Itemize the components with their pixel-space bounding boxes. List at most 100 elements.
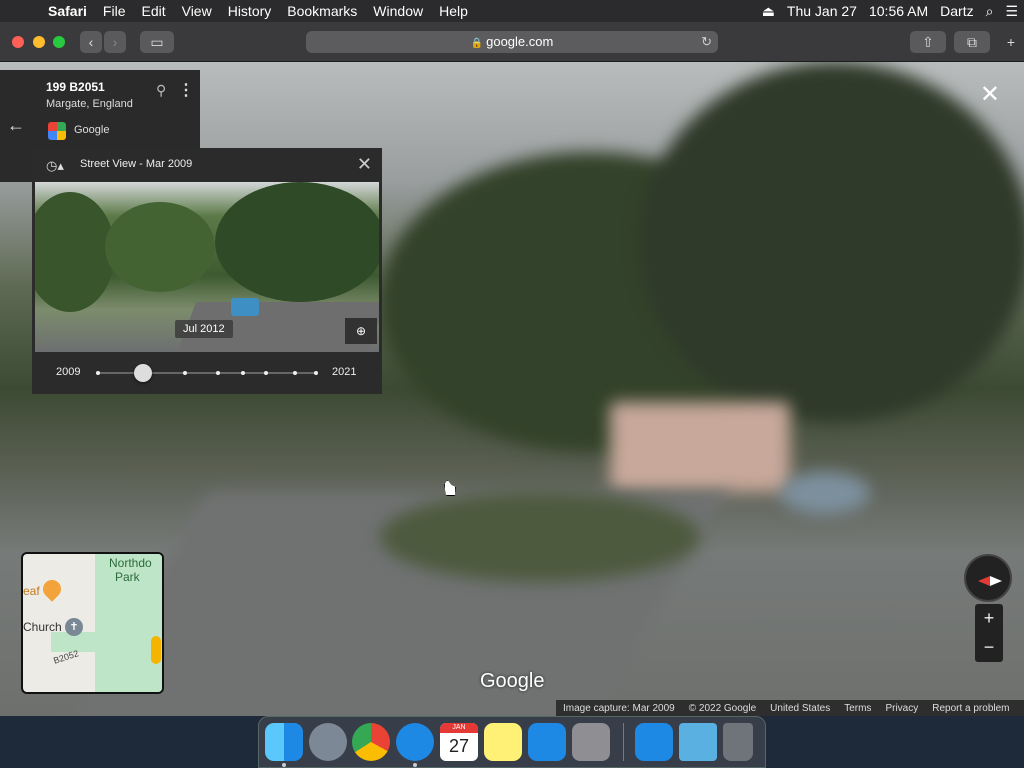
menu-window[interactable]: Window [365,0,431,22]
notes-icon[interactable] [484,723,522,761]
preview-van [231,298,259,316]
spotlight-search-icon[interactable]: ⌕ [980,3,1000,20]
trash-icon[interactable] [723,723,753,761]
back-button[interactable]: ‹ [80,31,102,53]
map-poi-label: eaf [23,584,40,598]
country-link[interactable]: United States [763,703,837,714]
timeline-thumb[interactable] [134,364,152,382]
timeline-dot[interactable] [241,371,245,375]
zoom-in-button[interactable]: + [975,604,1003,633]
map-poi-icon[interactable] [39,576,65,602]
image-capture-text: Image capture: Mar 2009 [563,702,675,714]
parked-car [780,472,870,514]
map-park-label: Park [115,570,140,584]
history-clock-icon[interactable]: ◷▴ [46,158,64,174]
fullscreen-window-button[interactable] [53,36,65,48]
close-street-view-button[interactable]: ✕ [980,80,1000,109]
launchpad-icon[interactable] [309,723,347,761]
timeline-header: Street View - Mar 2009 [80,158,193,170]
preview-date-chip: Jul 2012 [175,320,233,338]
chrome-icon[interactable] [352,723,390,761]
timeline-track[interactable] [96,372,318,374]
more-options-icon[interactable]: ⋮ [178,80,194,100]
report-problem-link[interactable]: Report a problem [925,703,1016,714]
church-icon[interactable]: ✝ [65,618,83,636]
dock: JAN 27 [258,716,766,768]
reload-icon[interactable]: ↻ [701,31,712,53]
location-pin-icon[interactable]: ⚲ [156,82,166,99]
menu-edit[interactable]: Edit [133,0,173,22]
place-title: 199 B2051 [46,80,105,94]
house [610,402,790,492]
zoom-control: + − [975,604,1003,662]
running-indicator [413,763,417,767]
google-watermark: Google [480,670,545,692]
lock-icon: 🔒 [470,38,484,49]
map-church-label: Church [23,620,62,634]
tab-overview-icon[interactable]: ⧉ [954,31,990,53]
app-store-icon[interactable] [528,723,566,761]
place-source: Google [74,124,110,136]
terms-link[interactable]: Terms [837,703,878,714]
eject-icon[interactable]: ⏏ [756,3,781,20]
share-icon[interactable]: ⇧ [910,31,946,53]
menu-help[interactable]: Help [431,0,476,22]
preview-tree [215,182,379,302]
zoom-preview-icon[interactable]: ⊕ [345,318,377,344]
compass-needle-white [990,576,1002,586]
google-maps-logo [48,122,66,140]
control-center-icon[interactable]: ☰ [999,3,1024,20]
privacy-link[interactable]: Privacy [878,703,925,714]
mini-map[interactable]: Northdo Park eaf ✝ Church B2052 [21,552,164,694]
place-card: 199 B2051 Margate, England ⚲ ⋮ Google [32,70,200,156]
safari-icon[interactable] [396,723,434,761]
address-text: google.com [486,34,554,49]
timeline-dot[interactable] [293,371,297,375]
menubar-date: Thu Jan 27 [786,3,857,19]
calendar-icon[interactable]: JAN 27 [440,723,478,761]
menu-bookmarks[interactable]: Bookmarks [279,0,365,22]
grass-verge [380,492,700,582]
timeline-dot[interactable] [264,371,268,375]
minimize-window-button[interactable] [33,36,45,48]
system-preferences-icon[interactable] [572,723,610,761]
calendar-day: 27 [448,736,470,756]
timeline-dot[interactable] [216,371,220,375]
menu-history[interactable]: History [220,0,280,22]
timeline-preview-image[interactable]: Jul 2012 ⊕ [35,182,379,352]
preview-tree [35,192,115,312]
browser-toolbar: ‹ › ▭ 🔒 google.com ↻ ⇧ ⧉ + [0,22,1024,62]
street-view-canvas[interactable]: ← 199 B2051 Margate, England ⚲ ⋮ Google … [0,62,1024,716]
tree-foliage [640,62,1024,422]
timeline-dot[interactable] [183,371,187,375]
address-bar[interactable]: 🔒 google.com ↻ [306,31,718,53]
attribution-bar: Image capture: Mar 2009 © 2022 Google Un… [556,700,1024,716]
timeline-start-year: 2009 [56,366,81,378]
menu-file[interactable]: File [95,0,134,22]
downloads-folder-icon[interactable] [679,723,717,761]
time-travel-panel: ◷▴ Street View - Mar 2009 ✕ Jul 2012 ⊕ 2… [32,148,382,394]
menubar-user[interactable]: Dartz [934,3,979,19]
new-tab-button[interactable]: + [1000,31,1022,53]
copyright-text: © 2022 Google [688,702,757,714]
compass-icon[interactable] [964,554,1012,602]
pegman-icon[interactable] [151,636,161,664]
close-timeline-button[interactable]: ✕ [357,154,372,175]
place-subtitle: Margate, England [46,98,133,110]
app-store-downloads-icon[interactable] [635,723,673,761]
menu-view[interactable]: View [174,0,220,22]
zoom-out-button[interactable]: − [975,633,1003,662]
sidebar-toggle-icon[interactable]: ▭ [140,31,174,53]
map-park-area [51,632,162,652]
back-arrow-icon[interactable]: ← [0,70,32,182]
preview-tree [105,202,215,292]
forward-button[interactable]: › [104,31,126,53]
finder-icon[interactable] [265,723,303,761]
menu-safari[interactable]: Safari [40,0,95,22]
timeline-dot[interactable] [96,371,100,375]
timeline-slider[interactable]: 2009 2021 [32,360,382,386]
dock-separator [623,723,624,761]
close-window-button[interactable] [12,36,24,48]
menu-bar: Safari File Edit View History Bookmarks … [0,0,1024,22]
timeline-dot[interactable] [314,371,318,375]
